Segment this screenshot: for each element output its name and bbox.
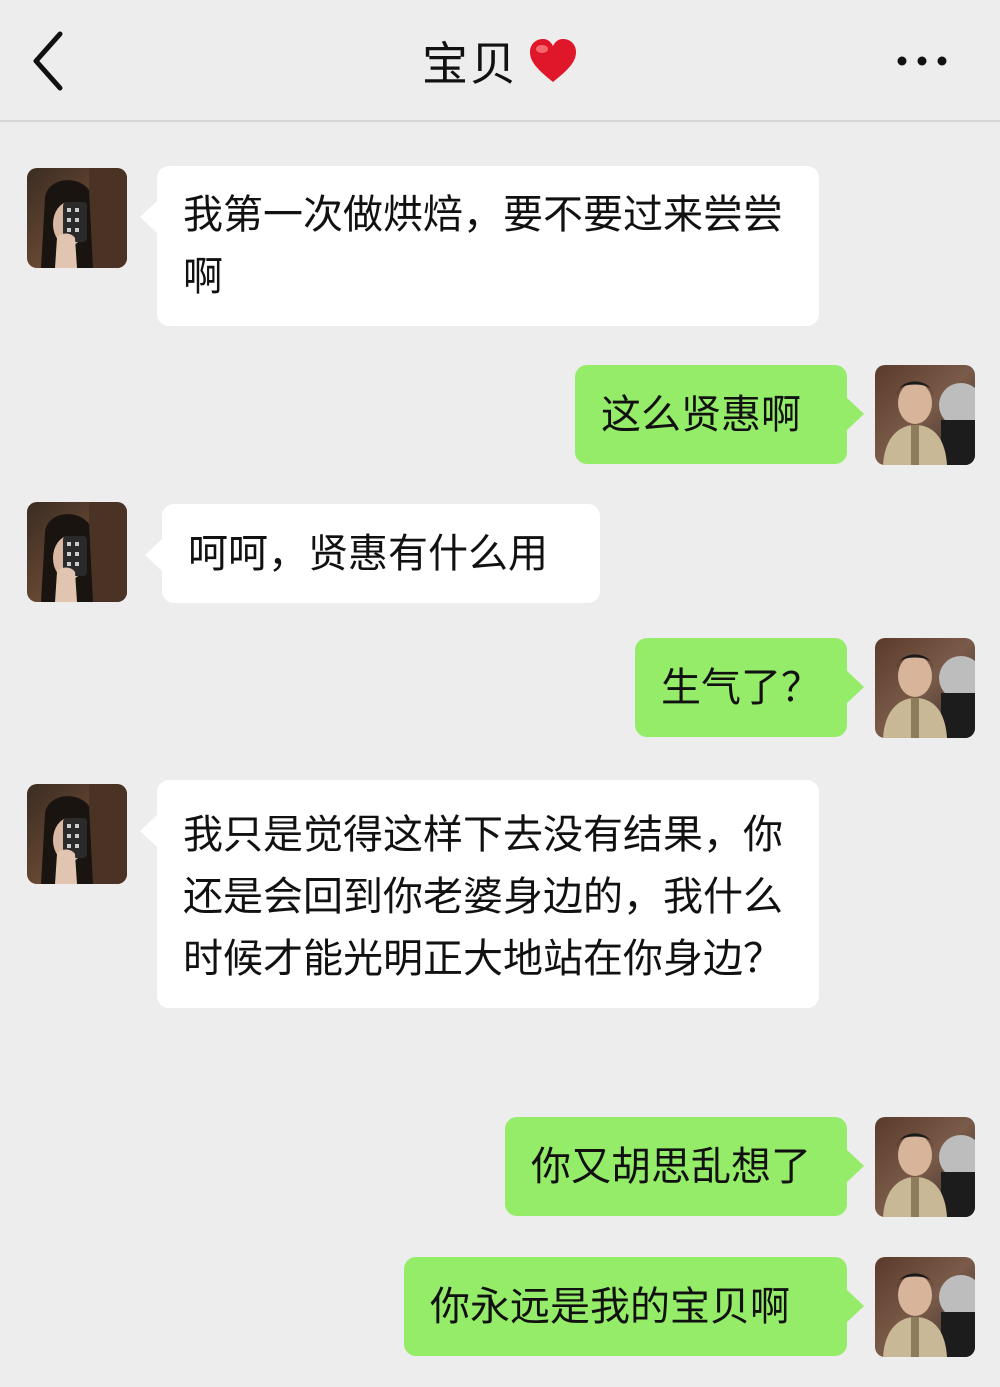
message-bubble-received[interactable]: 我只是觉得这样下去没有结果，你还是会回到你老婆身边的，我什么时候才能光明正大地站… [140, 780, 819, 1008]
chat-header: 宝贝 [0, 0, 1000, 122]
message-text: 我第一次做烘焙，要不要过来尝尝啊 [183, 192, 783, 300]
more-dots-icon [897, 56, 947, 66]
message-bubble-sent[interactable]: 你永远是我的宝贝啊 [404, 1257, 864, 1356]
message-text: 呵呵，贤惠有什么用 [188, 531, 548, 577]
message-text: 这么贤惠啊 [601, 392, 801, 438]
message-bubble-sent[interactable]: 你又胡思乱想了 [505, 1117, 864, 1216]
message-text: 我只是觉得这样下去没有结果，你还是会回到你老婆身边的，我什么时候才能光明正大地站… [183, 812, 783, 982]
my-avatar[interactable] [875, 365, 975, 465]
title-container: 宝贝 [0, 0, 1000, 122]
my-avatar[interactable] [875, 638, 975, 738]
message-bubble-sent[interactable]: 这么贤惠啊 [575, 365, 864, 464]
message-bubble-received[interactable]: 我第一次做烘焙，要不要过来尝尝啊 [140, 166, 819, 326]
message-text: 你又胡思乱想了 [531, 1144, 811, 1190]
message-bubble-sent[interactable]: 生气了？ [635, 638, 864, 737]
more-options-button[interactable] [892, 46, 952, 76]
contact-avatar[interactable] [27, 784, 127, 884]
my-avatar[interactable] [875, 1257, 975, 1357]
message-text: 生气了？ [661, 665, 821, 711]
message-bubble-received[interactable]: 呵呵，贤惠有什么用 [145, 504, 600, 603]
contact-avatar[interactable] [27, 168, 127, 268]
my-avatar[interactable] [875, 1117, 975, 1217]
red-heart-icon [530, 39, 576, 82]
contact-avatar[interactable] [27, 502, 127, 602]
message-text: 你永远是我的宝贝啊 [430, 1284, 790, 1330]
chat-title: 宝贝 [422, 37, 518, 91]
